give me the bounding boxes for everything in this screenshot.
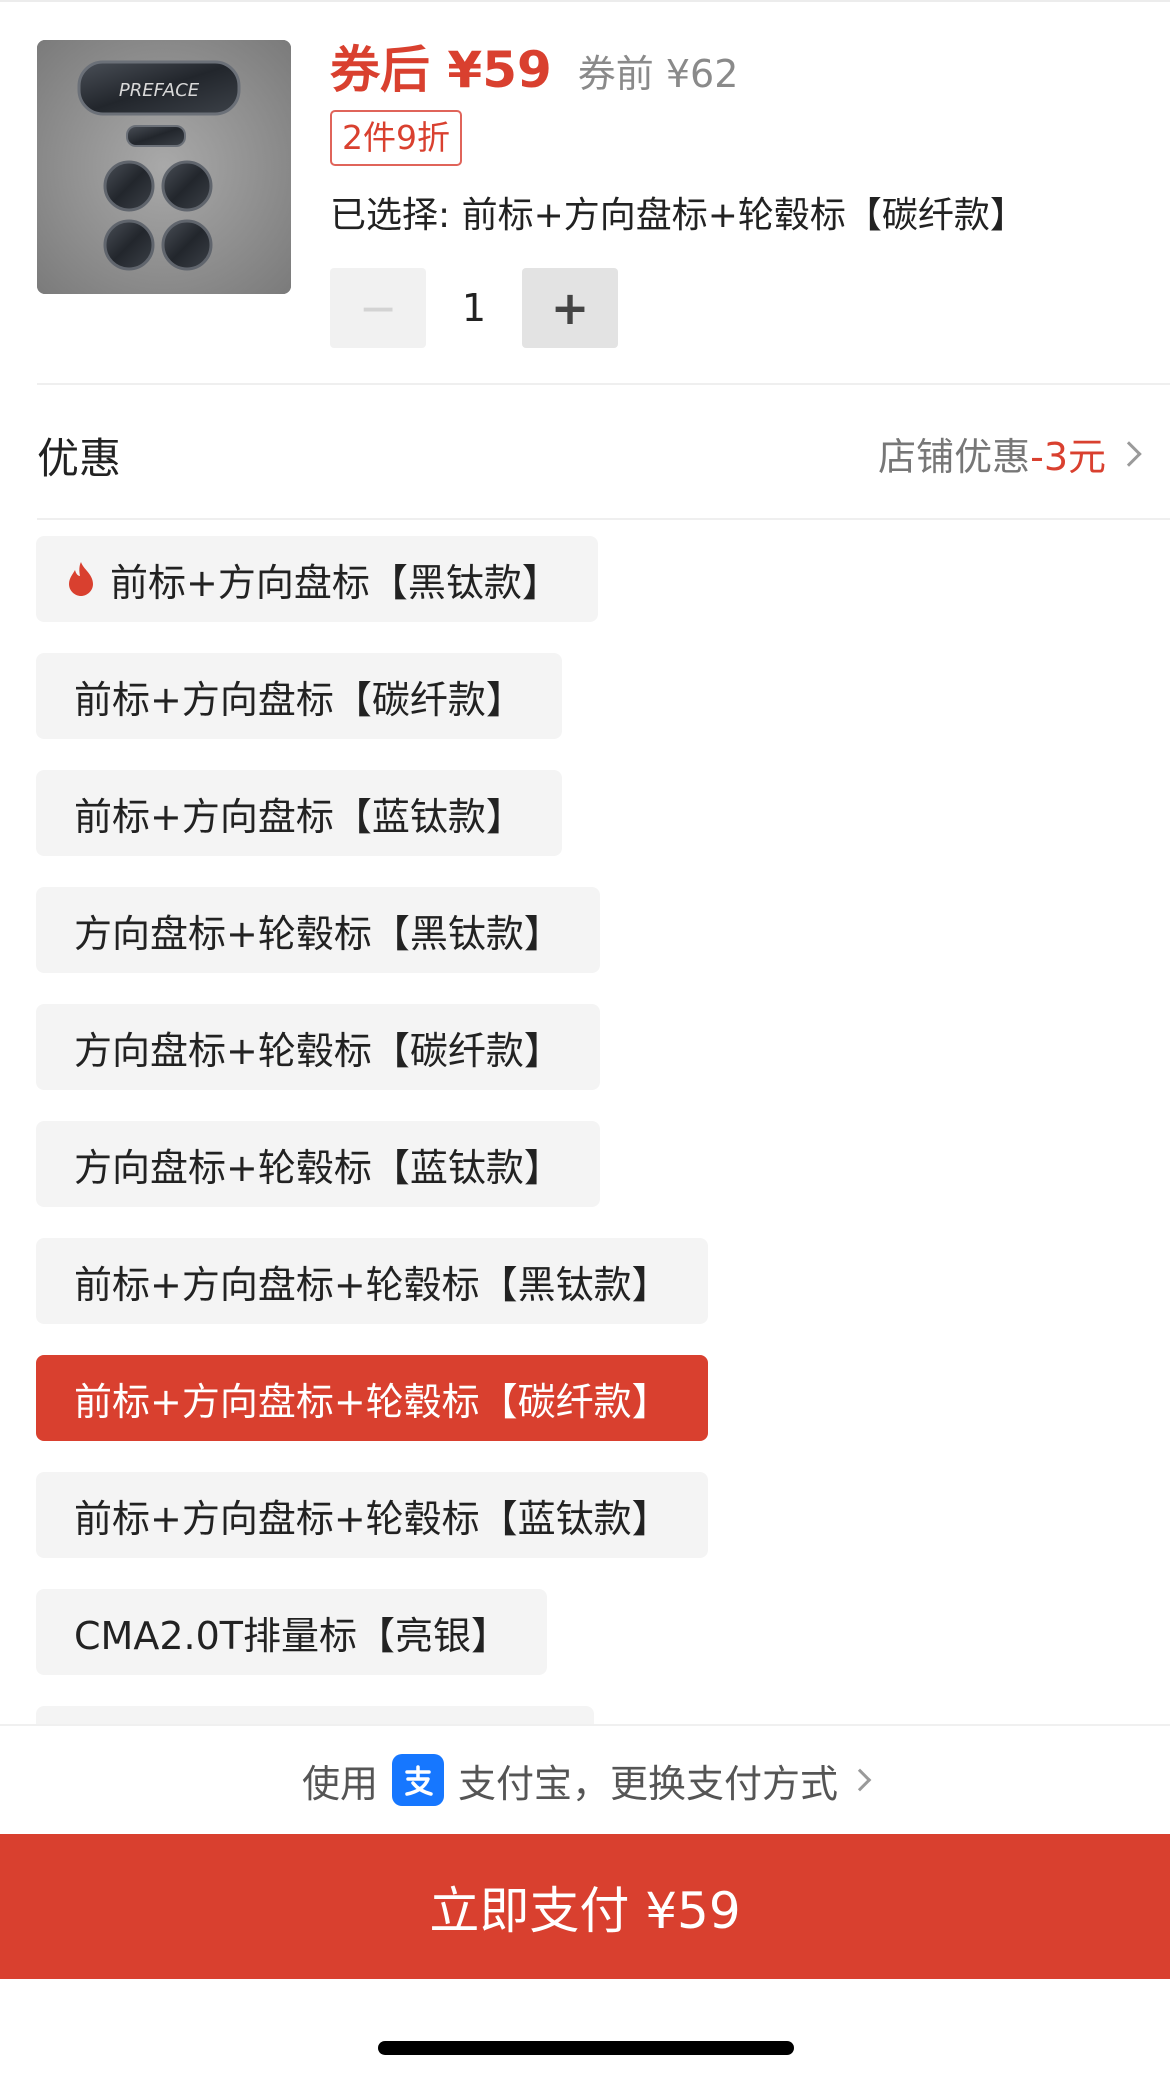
variant-label: 方向盘标+轮毂标【碳纤款】 <box>74 1028 562 1073</box>
variant-label: 前标+方向盘标+轮毂标【碳纤款】 <box>74 1379 670 1424</box>
fire-icon <box>69 562 93 596</box>
increase-quantity-button[interactable]: + <box>522 268 618 348</box>
variant-label: 前标+方向盘标+轮毂标【蓝钛款】 <box>74 1496 670 1541</box>
variant-option[interactable]: 方向盘标+轮毂标【黑钛款】 <box>36 887 600 973</box>
variant-option[interactable] <box>36 1706 594 1726</box>
home-indicator <box>378 2041 794 2055</box>
variant-label: 方向盘标+轮毂标【黑钛款】 <box>74 911 562 956</box>
svg-text:PREFACE: PREFACE <box>119 80 200 101</box>
variant-option[interactable]: 方向盘标+轮毂标【蓝钛款】 <box>36 1121 600 1207</box>
decrease-quantity-button[interactable]: − <box>330 268 426 348</box>
variant-label: 方向盘标+轮毂标【蓝钛款】 <box>74 1145 562 1190</box>
product-image: PREFACE <box>37 40 291 294</box>
variant-label: 前标+方向盘标【碳纤款】 <box>74 677 524 722</box>
variant-label: 前标+方向盘标+轮毂标【黑钛款】 <box>74 1262 670 1307</box>
variant-option[interactable]: 前标+方向盘标【黑钛款】 <box>36 536 598 622</box>
variant-option[interactable]: 前标+方向盘标【蓝钛款】 <box>36 770 562 856</box>
chevron-right-icon <box>1116 440 1142 467</box>
price-after-coupon: 券后 ¥59 <box>330 41 552 99</box>
chevron-right-icon <box>848 1768 872 1792</box>
price-row: 券后 ¥59 券前 ¥62 <box>330 30 738 100</box>
variant-option[interactable]: 前标+方向盘标+轮毂标【黑钛款】 <box>36 1238 708 1324</box>
section-divider <box>37 518 1170 520</box>
quantity-value: 1 <box>461 286 487 330</box>
variant-option[interactable]: 前标+方向盘标+轮毂标【蓝钛款】 <box>36 1472 708 1558</box>
price-before-coupon: 券前 ¥62 <box>577 52 739 96</box>
pay-now-button[interactable]: 立即支付 ¥59 <box>0 1834 1170 1979</box>
variant-option-selected[interactable]: 前标+方向盘标+轮毂标【碳纤款】 <box>36 1355 708 1441</box>
payment-prefix: 使用 <box>301 1761 378 1806</box>
variant-option[interactable]: 方向盘标+轮毂标【碳纤款】 <box>36 1004 600 1090</box>
selected-variant-text: 已选择: 前标+方向盘标+轮毂标【碳纤款】 <box>330 195 1026 236</box>
promo-title: 优惠 <box>37 434 122 483</box>
quantity-stepper: − 1 + <box>330 268 618 348</box>
alipay-icon <box>392 1754 444 1806</box>
variant-option[interactable]: 前标+方向盘标【碳纤款】 <box>36 653 562 739</box>
section-divider <box>37 383 1170 385</box>
payment-method-bar[interactable]: 使用 支付宝，更换支付方式 <box>0 1724 1170 1834</box>
payment-method-text: 支付宝，更换支付方式 <box>458 1761 839 1806</box>
top-divider <box>0 0 1170 2</box>
store-promo-value: -3元 <box>1030 435 1106 479</box>
store-promo-link[interactable]: 店铺优惠 -3元 <box>878 426 1142 481</box>
product-thumbnail[interactable]: PREFACE <box>37 40 291 294</box>
variant-label: CMA2.0T排量标【亮银】 <box>74 1613 509 1658</box>
variant-label: 前标+方向盘标【黑钛款】 <box>110 560 560 605</box>
discount-badge: 2件9折 <box>330 110 462 166</box>
variant-option[interactable]: CMA2.0T排量标【亮银】 <box>36 1589 547 1675</box>
store-promo-label: 店铺优惠 <box>878 435 1031 479</box>
variant-label: 前标+方向盘标【蓝钛款】 <box>74 794 524 839</box>
variant-list: 前标+方向盘标【黑钛款】 前标+方向盘标【碳纤款】 前标+方向盘标【蓝钛款】 方… <box>36 536 1136 1726</box>
